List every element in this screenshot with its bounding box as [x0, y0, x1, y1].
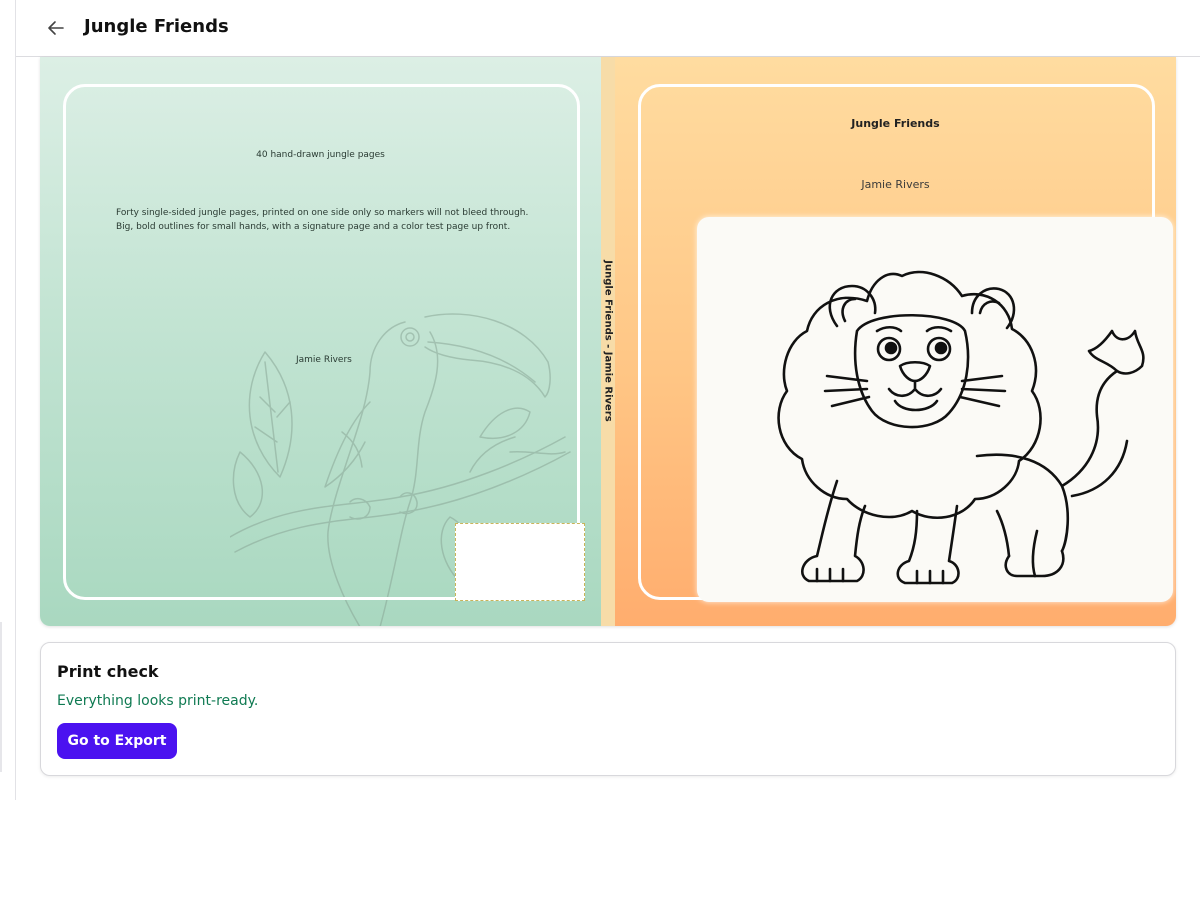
front-art-panel: [697, 217, 1173, 602]
top-bar: Jungle Friends: [16, 0, 1200, 57]
lion-line-art-icon: [777, 270, 1145, 585]
spine-text: Jungle Friends - Jamie Rivers: [602, 260, 614, 422]
left-rail: [0, 0, 16, 800]
arrow-left-icon: [48, 21, 64, 35]
print-check-title: Print check: [57, 662, 159, 681]
back-button[interactable]: [42, 14, 70, 42]
back-blurb: Forty single-sided jungle pages, printed…: [116, 208, 529, 232]
cover-preview: 40 hand-drawn jungle pages Forty single-…: [40, 57, 1176, 626]
print-check-card: Print check Everything looks print-ready…: [40, 642, 1176, 776]
print-check-status: Everything looks print-ready.: [57, 693, 259, 709]
back-cover: 40 hand-drawn jungle pages Forty single-…: [40, 57, 601, 626]
barcode-placeholder: [455, 523, 585, 601]
front-cover: Jungle Friends Jamie Rivers: [615, 57, 1176, 626]
front-title: Jungle Friends: [851, 117, 940, 130]
back-author: Jamie Rivers: [296, 355, 352, 365]
back-tagline: 40 hand-drawn jungle pages: [256, 150, 385, 160]
rail-divider: [0, 622, 2, 772]
page-title: Jungle Friends: [84, 16, 229, 37]
go-to-export-button[interactable]: Go to Export: [57, 723, 177, 759]
front-author: Jamie Rivers: [861, 178, 930, 191]
